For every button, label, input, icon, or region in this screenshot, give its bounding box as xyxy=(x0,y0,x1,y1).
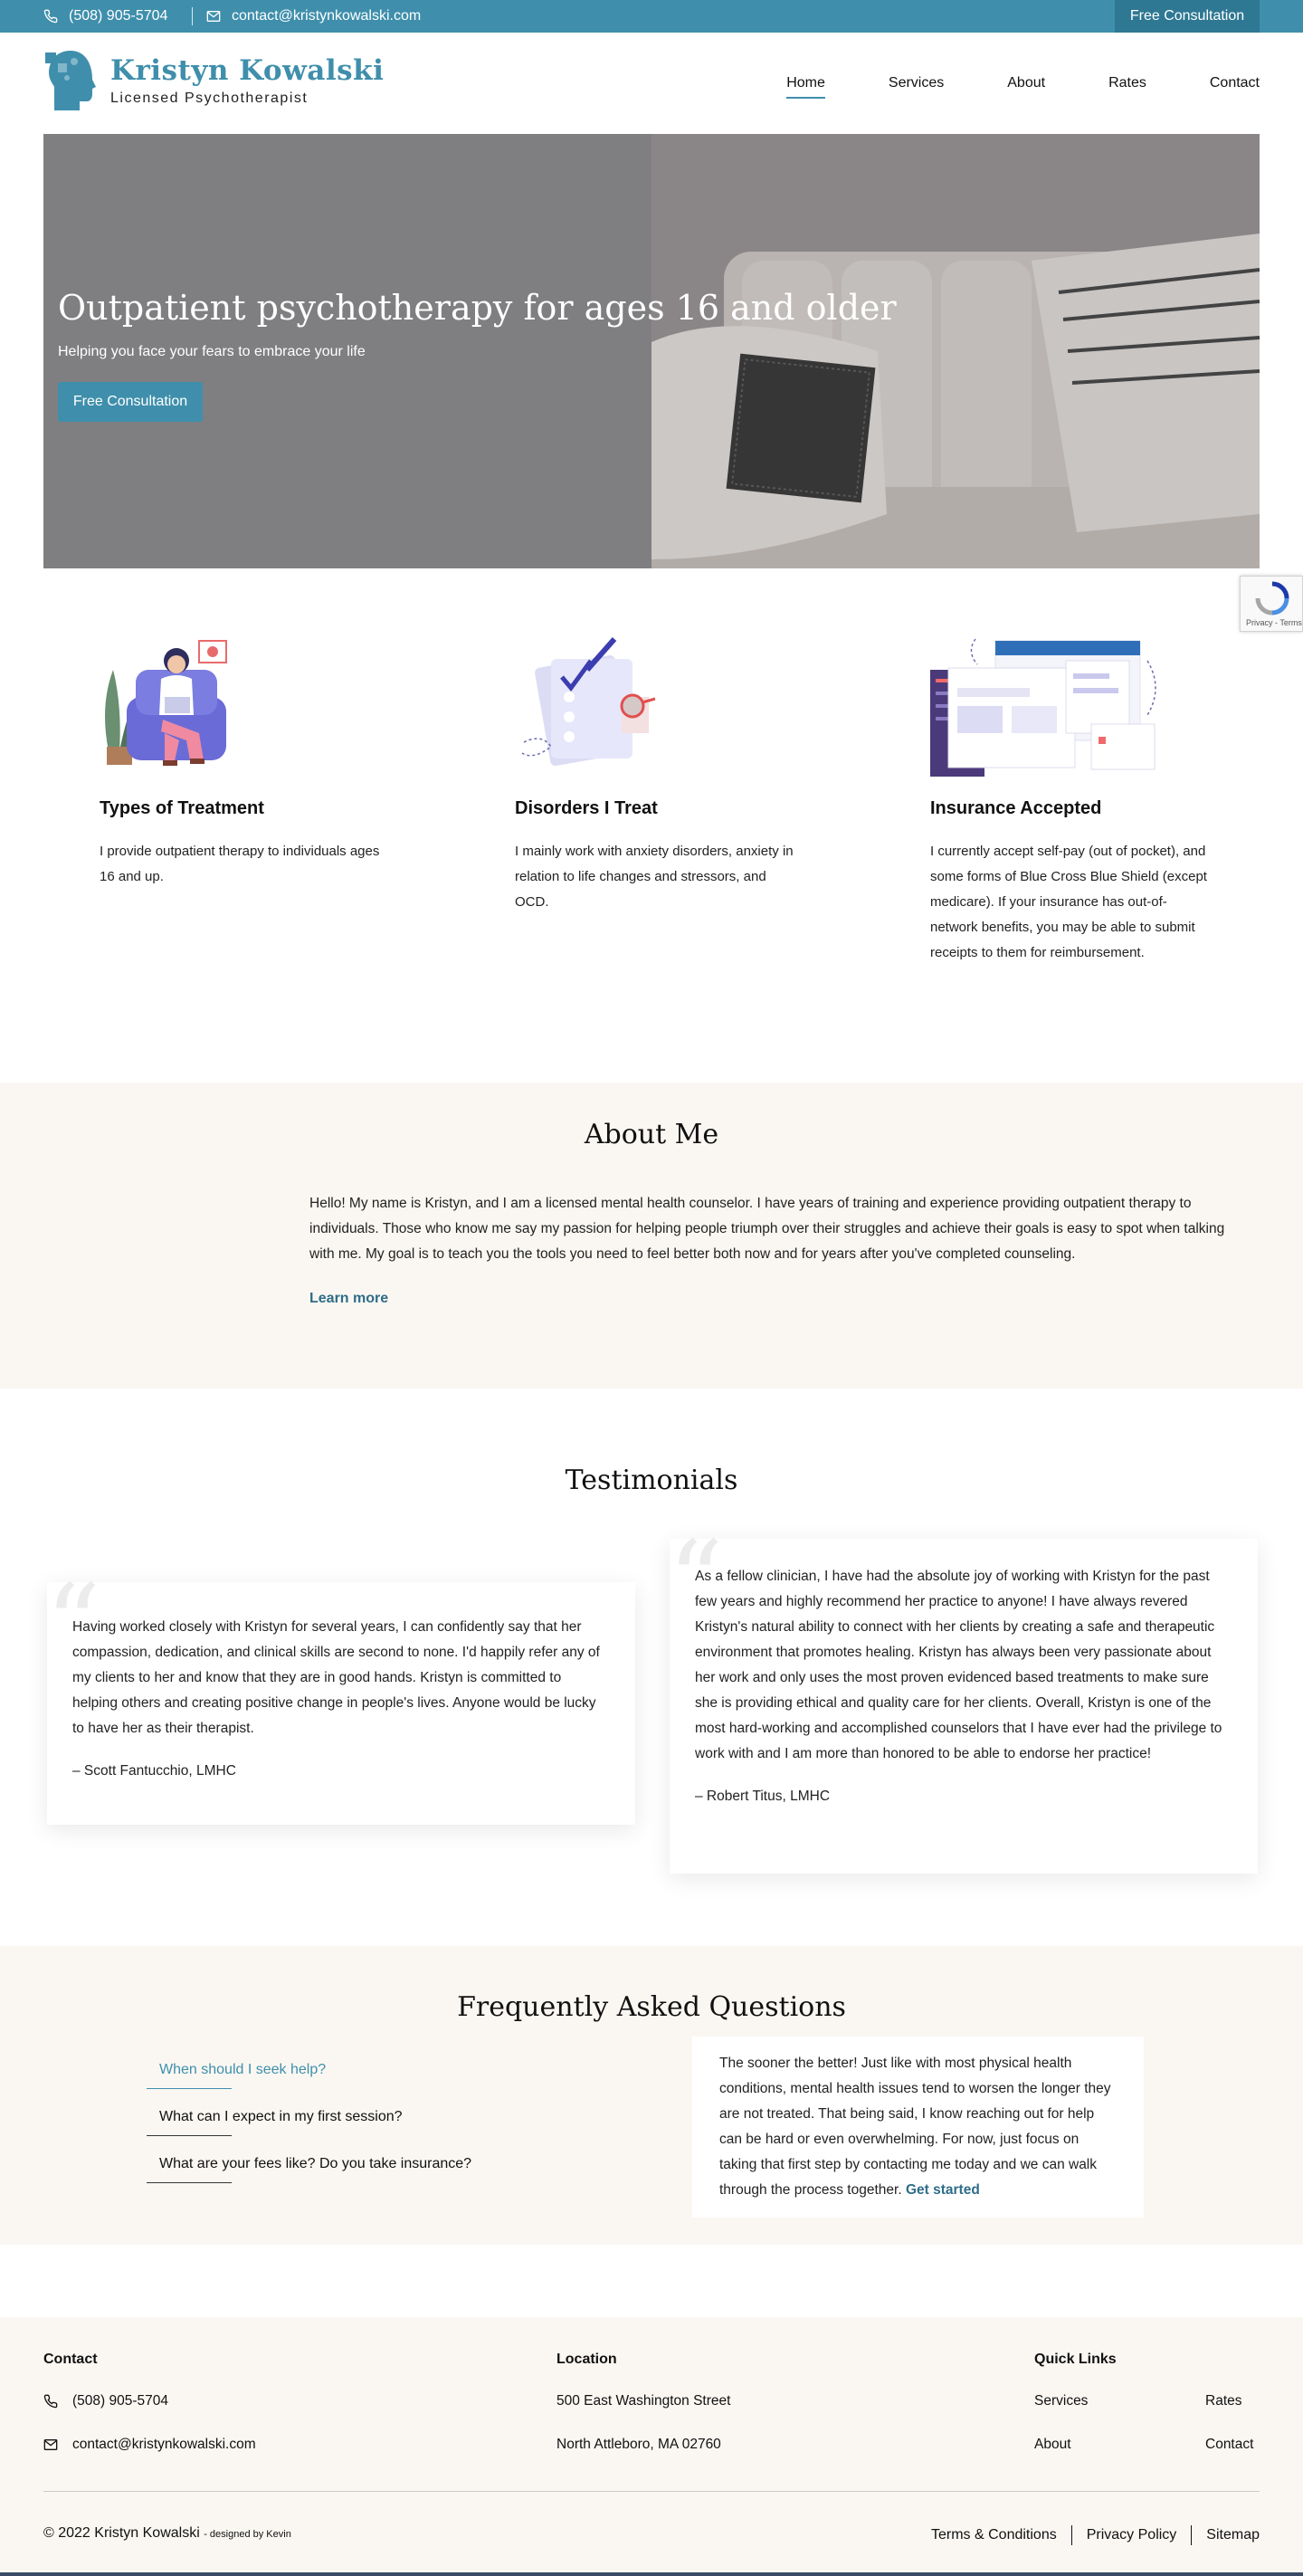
feature-title: Types of Treatment xyxy=(100,798,264,818)
recaptcha-icon xyxy=(1255,581,1289,615)
footer-email-text: contact@kristynkowalski.com xyxy=(72,2437,256,2452)
faq-question[interactable]: What can I expect in my first session? xyxy=(147,2109,477,2136)
topbar-email-text: contact@kristynkowalski.com xyxy=(232,8,422,24)
faq-question[interactable]: When should I seek help? xyxy=(147,2062,477,2089)
topbar-separator xyxy=(192,7,193,25)
footer-link-services[interactable]: Services xyxy=(1034,2393,1088,2409)
about-title: About Me xyxy=(584,1119,719,1150)
footer-address-line2: North Attleboro, MA 02760 xyxy=(556,2437,721,2452)
testimonial-author: – Robert Titus, LMHC xyxy=(695,1789,831,1804)
faq-underline xyxy=(147,2182,232,2183)
feature-title: Insurance Accepted xyxy=(930,798,1102,818)
brand-name: Kristyn Kowalski xyxy=(110,54,385,87)
faq-question[interactable]: What are your fees like? Do you take ins… xyxy=(147,2156,477,2183)
hero-title: Outpatient psychotherapy for ages 16 and… xyxy=(58,288,897,328)
footer-location-heading: Location xyxy=(556,2352,617,2367)
designer-credit[interactable]: - designed by Kevin xyxy=(204,2529,291,2540)
phone-icon xyxy=(43,2394,58,2409)
footer-divider xyxy=(43,2491,1260,2492)
privacy-policy-link[interactable]: Privacy Policy xyxy=(1087,2527,1177,2543)
faq-question-label: When should I seek help? xyxy=(159,2062,327,2077)
testimonial-card: “ Having worked closely with Kristyn for… xyxy=(45,1571,635,1825)
recaptcha-links[interactable]: Privacy - Terms xyxy=(1246,618,1302,627)
testimonial-author: – Scott Fantucchio, LMHC xyxy=(72,1763,236,1779)
footer-bottom-border xyxy=(0,2572,1303,2576)
topbar-phone-link[interactable]: (508) 905-5704 xyxy=(43,0,167,33)
envelope-icon xyxy=(43,2439,58,2450)
site-footer: Contact (508) 905-5704 contact@kristynko… xyxy=(0,2317,1303,2576)
brand-subtitle: Licensed Psychotherapist xyxy=(110,91,309,106)
topbar-free-consultation-button[interactable]: Free Consultation xyxy=(1115,0,1260,33)
footer-contact-heading: Contact xyxy=(43,2352,98,2367)
footer-phone-link[interactable]: (508) 905-5704 xyxy=(43,2393,168,2409)
testimonial-text: Having worked closely with Kristyn for s… xyxy=(72,1619,600,1736)
hero-subtitle: Helping you face your fears to embrace y… xyxy=(58,344,366,359)
topbar-email-link[interactable]: contact@kristynkowalski.com xyxy=(206,0,421,33)
site-header: Kristyn Kowalski Licensed Psychotherapis… xyxy=(0,33,1303,134)
faq-underline xyxy=(147,2088,232,2089)
feature-text: I mainly work with anxiety disorders, an… xyxy=(515,844,794,910)
feature-text: I provide outpatient therapy to individu… xyxy=(100,844,380,884)
main-nav: Home Services About Rates Contact xyxy=(723,33,1260,134)
legal-separator xyxy=(1191,2525,1193,2545)
woman-on-couch-illustration xyxy=(105,640,227,766)
footer-quick-links-heading: Quick Links xyxy=(1034,2352,1117,2367)
feature-insurance-accepted: Insurance Accepted I currently accept se… xyxy=(930,634,1211,966)
legal-separator xyxy=(1070,2525,1072,2545)
footer-phone-text: (508) 905-5704 xyxy=(72,2393,168,2409)
nav-home[interactable]: Home xyxy=(786,68,825,99)
logo[interactable]: Kristyn Kowalski Licensed Psychotherapis… xyxy=(43,47,384,114)
faq-underline xyxy=(147,2135,232,2136)
nav-services[interactable]: Services xyxy=(889,68,944,99)
faq-section: Frequently Asked Questions When should I… xyxy=(0,1946,1303,2245)
head-puzzle-logo-icon xyxy=(45,51,96,110)
faq-title: Frequently Asked Questions xyxy=(457,1991,846,2023)
terms-link[interactable]: Terms & Conditions xyxy=(931,2527,1057,2543)
copyright-text: © 2022 Kristyn Kowalski xyxy=(43,2525,200,2541)
get-started-link[interactable]: Get started xyxy=(906,2182,980,2198)
footer-link-contact[interactable]: Contact xyxy=(1205,2437,1253,2453)
nav-contact[interactable]: Contact xyxy=(1210,68,1260,99)
testimonial-card: “ As a fellow clinician, I have had the … xyxy=(668,1528,1258,1874)
phone-icon xyxy=(43,9,58,24)
hero-free-consultation-button[interactable]: Free Consultation xyxy=(58,382,203,422)
feature-title: Disorders I Treat xyxy=(515,798,658,818)
faq-answer-text: The sooner the better! Just like with mo… xyxy=(719,2056,1111,2198)
legal-links: Terms & Conditions Privacy Policy Sitema… xyxy=(931,2525,1260,2545)
feature-types-of-treatment: Types of Treatment I provide outpatient … xyxy=(100,634,380,890)
copyright: © 2022 Kristyn Kowalski - designed by Ke… xyxy=(43,2525,291,2542)
learn-more-link[interactable]: Learn more xyxy=(309,1291,388,1307)
top-bar: (508) 905-5704 contact@kristynkowalski.c… xyxy=(0,0,1303,33)
footer-address-line1: 500 East Washington Street xyxy=(556,2393,731,2409)
topbar-phone-text: (508) 905-5704 xyxy=(69,8,168,24)
feature-disorders-i-treat: Disorders I Treat I mainly work with anx… xyxy=(515,634,795,915)
about-section: About Me Hello! My name is Kristyn, and … xyxy=(0,1083,1303,1388)
envelope-icon xyxy=(206,11,221,22)
footer-link-rates[interactable]: Rates xyxy=(1205,2393,1242,2409)
dashboard-screens-illustration xyxy=(930,638,1156,777)
recaptcha-badge[interactable]: Privacy - Terms xyxy=(1240,576,1303,632)
checklist-illustration xyxy=(521,637,656,767)
nav-rates[interactable]: Rates xyxy=(1108,68,1146,99)
faq-question-label: What are your fees like? Do you take ins… xyxy=(159,2156,472,2171)
testimonials-title: Testimonials xyxy=(565,1465,738,1496)
faq-answer-panel: The sooner the better! Just like with mo… xyxy=(692,2037,1144,2218)
feature-text: I currently accept self-pay (out of pock… xyxy=(930,844,1207,960)
about-text: Hello! My name is Kristyn, and I am a li… xyxy=(309,1196,1225,1262)
sitemap-link[interactable]: Sitemap xyxy=(1206,2527,1260,2543)
footer-email-link[interactable]: contact@kristynkowalski.com xyxy=(43,2437,256,2453)
testimonial-text: As a fellow clinician, I have had the ab… xyxy=(695,1569,1222,1761)
nav-about[interactable]: About xyxy=(1007,68,1045,99)
hero-banner: Outpatient psychotherapy for ages 16 and… xyxy=(43,134,1260,568)
footer-link-about[interactable]: About xyxy=(1034,2437,1071,2453)
faq-question-label: What can I expect in my first session? xyxy=(159,2109,403,2124)
